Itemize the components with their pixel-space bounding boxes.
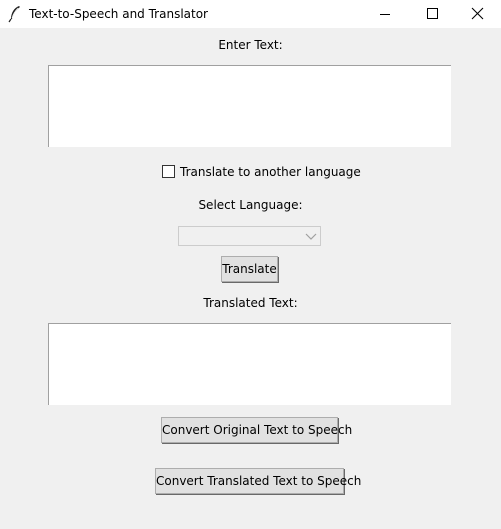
- maximize-button[interactable]: [409, 0, 455, 28]
- translate-button[interactable]: Translate: [221, 256, 278, 282]
- language-dropdown[interactable]: [178, 226, 321, 246]
- translate-checkbox-label[interactable]: Translate to another language: [180, 164, 361, 180]
- select-language-label: Select Language:: [198, 198, 303, 212]
- translated-text-area[interactable]: [48, 323, 451, 405]
- close-icon: [471, 7, 484, 20]
- convert-translated-speech-button[interactable]: Convert Translated Text to Speech: [155, 468, 361, 494]
- feather-icon: [8, 5, 22, 23]
- input-text-area[interactable]: [48, 65, 451, 147]
- chevron-down-icon[interactable]: [303, 228, 319, 244]
- maximize-icon: [427, 8, 438, 19]
- window-title: Text-to-Speech and Translator: [29, 7, 208, 21]
- translated-text-label: Translated Text:: [203, 296, 298, 310]
- minimize-icon: [380, 14, 390, 15]
- convert-original-speech-button[interactable]: Convert Original Text to Speech: [161, 417, 352, 443]
- translate-checkbox[interactable]: [162, 165, 175, 178]
- enter-text-label: Enter Text:: [218, 38, 283, 52]
- title-bar[interactable]: Text-to-Speech and Translator: [0, 0, 501, 28]
- minimize-button[interactable]: [362, 0, 408, 28]
- app-window: Text-to-Speech and Translator Enter Text…: [0, 0, 501, 529]
- close-button[interactable]: [455, 0, 501, 28]
